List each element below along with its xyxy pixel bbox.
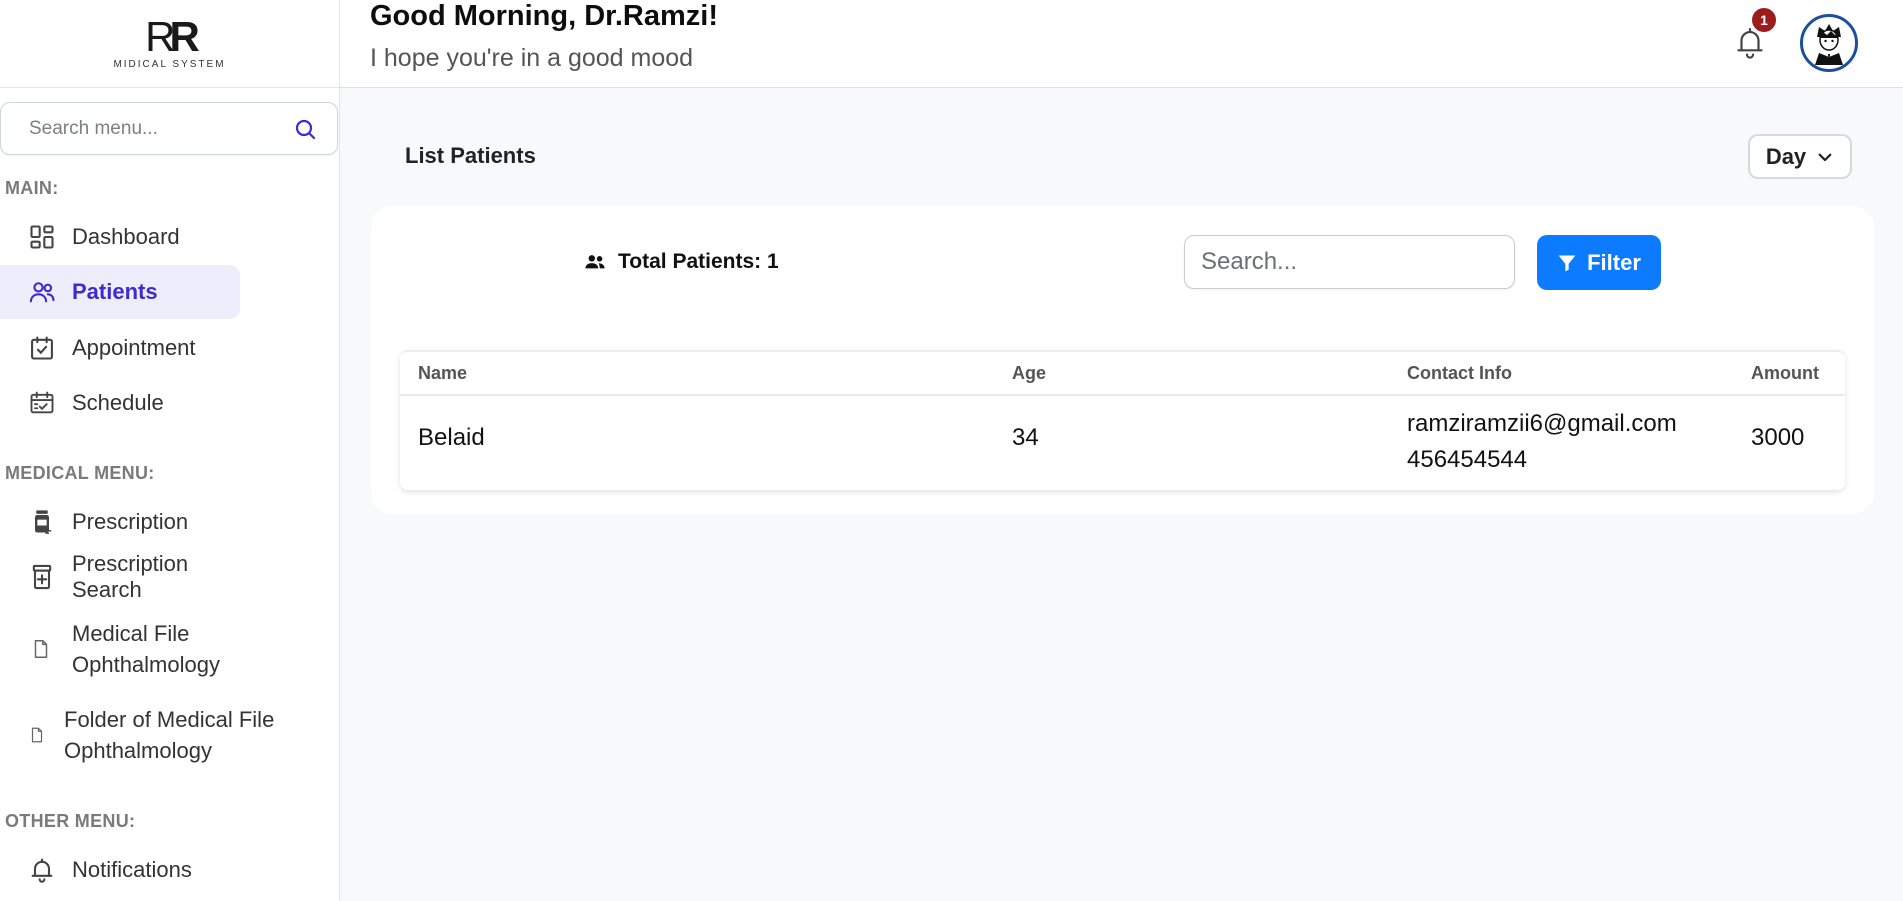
column-header-name[interactable]: Name — [418, 363, 467, 384]
column-header-age[interactable]: Age — [1012, 363, 1046, 384]
sidebar-item-notifications[interactable]: Notifications — [0, 843, 240, 897]
schedule-icon — [30, 391, 54, 414]
period-select-value: Day — [1765, 143, 1807, 169]
search-icon[interactable] — [293, 117, 317, 141]
users-icon — [29, 282, 55, 303]
section-label-other: OTHER MENU: — [5, 811, 136, 831]
user-avatar-icon — [1815, 24, 1843, 65]
logo-subtitle: MIDICAL SYSTEM — [113, 59, 226, 70]
sidebar-item-label: Folder of Medical File Ophthalmology — [64, 707, 275, 763]
sidebar-item-patients[interactable]: Patients — [0, 265, 240, 319]
sidebar-item-label: Schedule — [72, 390, 164, 415]
sidebar-item-label: Notifications — [72, 857, 192, 882]
pill-bottle-icon — [35, 510, 52, 534]
table-header: Name Age Contact Info Amount — [400, 352, 1845, 396]
filter-button[interactable]: Filter — [1537, 235, 1661, 290]
cell-contact-phone: 456454544 — [1407, 446, 1528, 473]
sidebar-item-prescription[interactable]: Prescription — [0, 495, 240, 549]
sidebar-item-label: Prescription — [72, 509, 189, 534]
sidebar-item-appointment[interactable]: Appointment — [0, 321, 240, 375]
total-patients: Total Patients: 1 — [584, 250, 779, 274]
table-row[interactable]: Belaid 34 ramziramzii6@gmail.com 4564545… — [400, 396, 1845, 490]
sidebar-item-prescription-search[interactable]: Prescription Search — [0, 550, 240, 604]
sidebar-item-label: Medical File Ophthalmology — [72, 621, 220, 677]
greeting-title: Good Morning, Dr.Ramzi! — [370, 0, 718, 32]
total-patients-label: Total Patients: 1 — [618, 250, 779, 273]
patient-search-input[interactable] — [1184, 235, 1515, 289]
file-icon — [31, 727, 43, 743]
prescription-icon — [32, 564, 52, 590]
column-header-contact[interactable]: Contact Info — [1407, 363, 1512, 384]
cell-amount: 3000 — [1751, 424, 1805, 451]
cell-age: 34 — [1012, 424, 1039, 451]
sidebar-item-label: Prescription Search — [72, 551, 189, 602]
dashboard-icon — [30, 225, 54, 249]
sidebar-item-dashboard[interactable]: Dashboard — [0, 210, 240, 264]
filter-button-label: Filter — [1587, 249, 1641, 275]
users-icon — [585, 255, 605, 269]
section-label-main: MAIN: — [5, 178, 59, 198]
sidebar-item-medical-file-ophthalmology[interactable]: Medical File Ophthalmology — [0, 615, 300, 683]
calendar-check-icon — [31, 336, 53, 360]
sidebar-item-folder-medical-file[interactable]: Folder of Medical File Ophthalmology — [0, 701, 320, 769]
file-icon — [34, 640, 48, 658]
page-title: List Patients — [405, 143, 536, 168]
filter-icon — [1558, 255, 1576, 271]
patients-table: Name Age Contact Info Amount Belaid 34 r… — [400, 350, 1845, 490]
cell-contact-email: ramziramzii6@gmail.com — [1407, 410, 1677, 437]
sidebar-item-label: Patients — [72, 279, 158, 304]
chevron-down-icon — [1818, 153, 1832, 161]
sidebar-search[interactable] — [0, 102, 338, 155]
sidebar-search-input[interactable] — [29, 117, 293, 140]
logo-mark: RR — [145, 13, 200, 60]
sidebar-item-schedule[interactable]: Schedule — [0, 376, 240, 430]
section-label-medical: MEDICAL MENU: — [5, 463, 155, 483]
avatar[interactable] — [1800, 14, 1858, 72]
sidebar-item-label: Appointment — [72, 335, 196, 360]
column-header-amount[interactable]: Amount — [1751, 363, 1819, 384]
patients-card: Total Patients: 1 Filter Name Age Contac… — [371, 206, 1874, 514]
sidebar-item-label: Dashboard — [72, 224, 180, 249]
greeting-subtitle: I hope you're in a good mood — [370, 44, 694, 72]
cell-contact: ramziramzii6@gmail.com 456454544 — [1407, 406, 1677, 478]
notification-badge: 1 — [1752, 8, 1776, 32]
cell-name: Belaid — [418, 424, 485, 451]
period-select[interactable]: Day — [1748, 134, 1852, 179]
sidebar: RR MIDICAL SYSTEM MAIN: Dashboard Patien… — [0, 0, 340, 901]
bell-icon — [31, 858, 53, 883]
top-header: Good Morning, Dr.Ramzi! I hope you're in… — [340, 0, 1903, 88]
logo: RR MIDICAL SYSTEM — [0, 0, 339, 88]
